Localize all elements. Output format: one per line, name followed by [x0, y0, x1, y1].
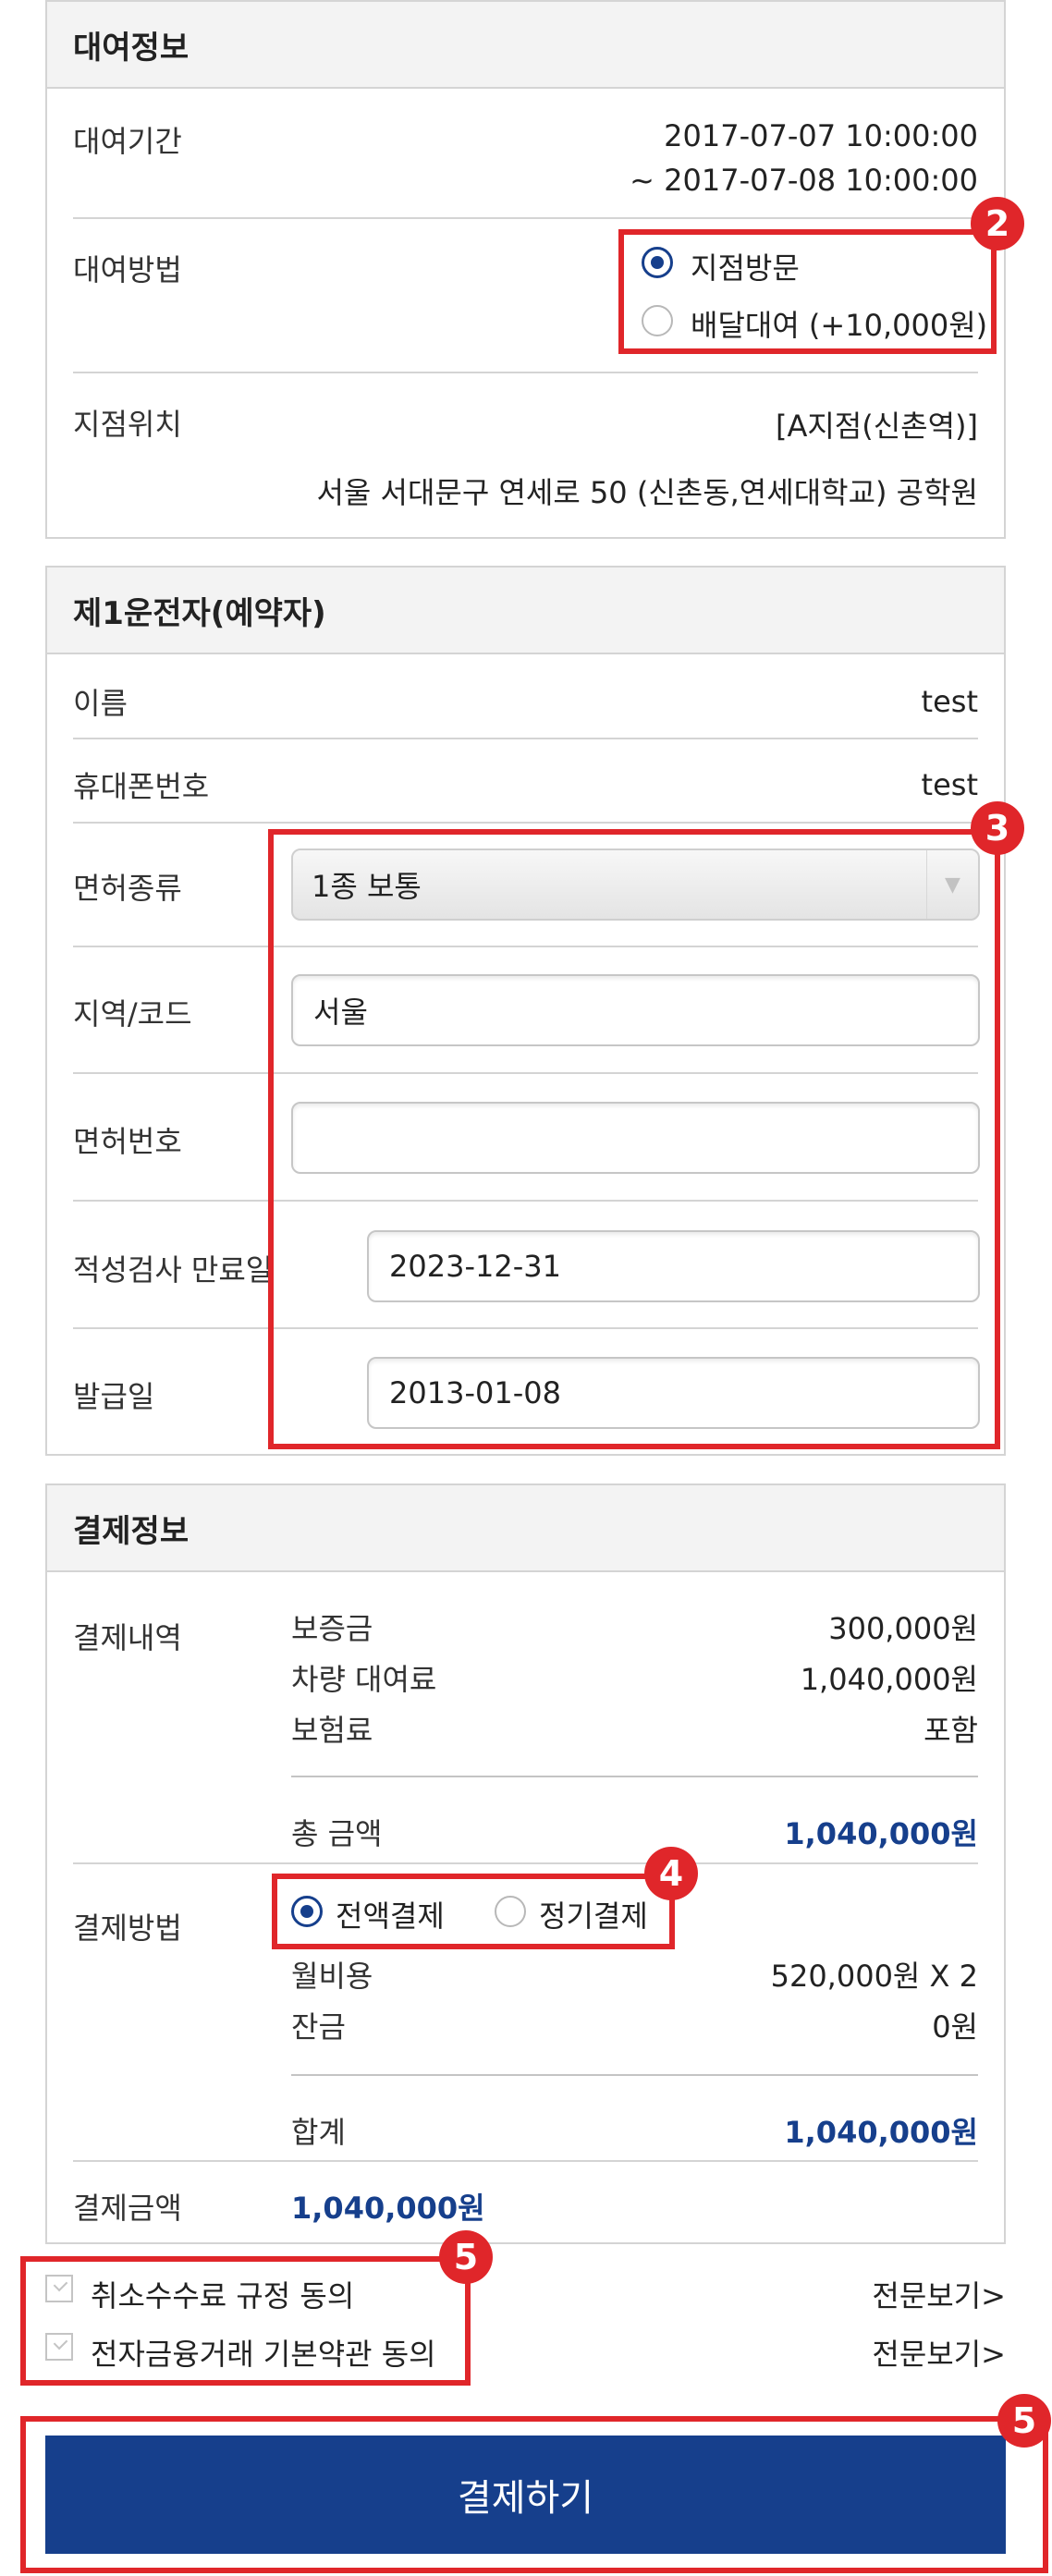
region-code-label: 지역/코드 — [73, 996, 192, 1032]
divider — [73, 822, 978, 824]
license-number-label: 면허번호 — [73, 1124, 182, 1159]
license-type-label: 면허종류 — [73, 871, 182, 906]
payment-amount-label: 결제금액 — [73, 2191, 182, 2226]
branch-name: [A지점(신촌역)] — [775, 409, 978, 444]
rental-info-header: 대여정보 — [47, 2, 1004, 89]
insurance-value: 포함 — [924, 1713, 978, 1748]
branch-location-label: 지점위치 — [73, 407, 182, 442]
highlight-box-payment-method — [272, 1874, 675, 1949]
aptitude-expiry-label: 적성검사 만료일 — [73, 1252, 274, 1288]
sum-value: 1,040,000원 — [784, 2115, 978, 2150]
divider — [73, 2160, 978, 2162]
deposit-label: 보증금 — [291, 1611, 373, 1646]
total-amount-value: 1,040,000원 — [784, 1816, 978, 1851]
payment-info-panel: 결제정보 결제내역 보증금 300,000원 차량 대여료 1,040,000원… — [45, 1483, 1006, 2244]
driver-name-value: test — [921, 684, 978, 719]
rent-fee-value: 1,040,000원 — [800, 1662, 978, 1697]
highlight-box-rental-method — [618, 229, 997, 354]
payment-info-header: 결제정보 — [47, 1485, 1004, 1572]
cancel-fee-view-link[interactable]: 전문보기> — [872, 2273, 1006, 2315]
driver-phone-value: test — [921, 767, 978, 802]
divider — [291, 1776, 978, 1777]
annotation-badge-5-pay: 5 — [997, 2394, 1051, 2448]
divider — [73, 217, 978, 219]
driver-name-label: 이름 — [73, 686, 128, 721]
rental-method-label: 대여방법 — [73, 252, 182, 287]
divider — [291, 2074, 978, 2076]
annotation-badge-5-agreements: 5 — [439, 2230, 493, 2284]
rental-period-end: ~ 2017-07-08 10:00:00 — [630, 163, 978, 198]
divider — [73, 1862, 978, 1864]
total-amount-label: 총 금액 — [291, 1816, 383, 1851]
insurance-label: 보험료 — [291, 1713, 373, 1748]
highlight-box-agreements — [20, 2256, 471, 2386]
e-finance-view-link[interactable]: 전문보기> — [872, 2331, 1006, 2374]
issue-date-label: 발급일 — [73, 1379, 155, 1414]
deposit-value: 300,000원 — [828, 1611, 978, 1646]
driver-phone-label: 휴대폰번호 — [73, 769, 210, 804]
payment-details-label: 결제내역 — [73, 1620, 182, 1655]
payment-amount-value: 1,040,000원 — [291, 2191, 485, 2226]
balance-value: 0원 — [932, 2009, 978, 2045]
rent-fee-label: 차량 대여료 — [291, 1662, 437, 1697]
highlight-box-pay-button — [20, 2416, 1048, 2573]
monthly-cost-value: 520,000원 X 2 — [770, 1959, 978, 1994]
highlight-box-license — [268, 829, 1000, 1449]
branch-address: 서울 서대문구 연세로 50 (신촌동,연세대학교) 공학원 — [316, 475, 978, 510]
monthly-cost-label: 월비용 — [291, 1959, 373, 1994]
rental-period-label: 대여기간 — [73, 124, 182, 159]
divider — [73, 738, 978, 739]
annotation-badge-3: 3 — [971, 801, 1024, 855]
divider — [73, 372, 978, 373]
balance-label: 잔금 — [291, 2009, 346, 2045]
rental-period-start: 2017-07-07 10:00:00 — [664, 118, 978, 153]
driver-info-header: 제1운전자(예약자) — [47, 568, 1004, 654]
annotation-badge-2: 2 — [971, 197, 1024, 250]
sum-label: 합계 — [291, 2115, 346, 2150]
annotation-badge-4: 4 — [644, 1847, 698, 1900]
payment-method-label: 결제방법 — [73, 1911, 182, 1946]
